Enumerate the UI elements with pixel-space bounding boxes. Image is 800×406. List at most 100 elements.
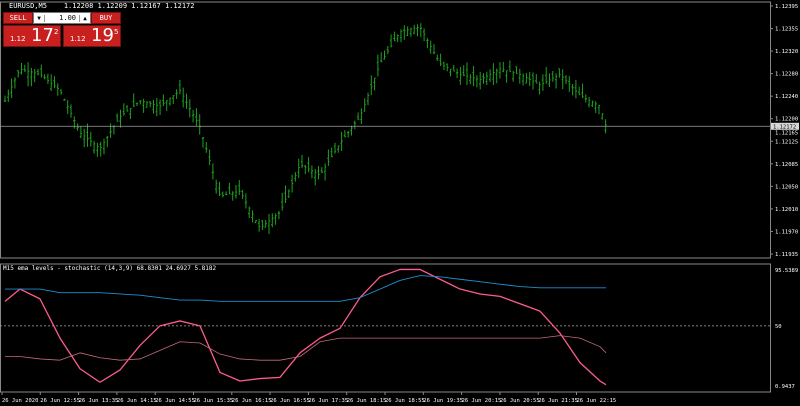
time-tick-label: 26 Jun 14:55 [155,398,195,404]
time-tick-label: 26 Jun 17:35 [308,398,348,404]
candle [33,68,36,83]
candle [548,73,551,88]
candle [191,109,195,123]
price-tick-label: 1.12395 [775,4,798,10]
candle [347,130,350,138]
ask-prefix: 1.12 [70,35,86,43]
candle [413,24,416,35]
candle [188,99,191,118]
candle [416,24,419,37]
candle [73,116,76,129]
lot-decrease-icon[interactable]: ▼ [34,14,45,22]
bid-big-digits: 17 [31,25,54,46]
candle [505,70,508,83]
candle [215,179,218,194]
candle [43,74,46,80]
candle [13,77,17,89]
candle [129,107,132,120]
candle [3,95,7,103]
candle [449,68,452,77]
time-tick-label: 26 Jun 21:35 [538,398,578,404]
time-tick-label: 26 Jun 20:55 [500,398,540,404]
candle [40,64,43,78]
candle [185,93,188,109]
candle [376,54,380,77]
candle [353,120,356,130]
candle [294,172,297,182]
candle [597,104,601,115]
candle [323,163,327,181]
candle [406,26,409,37]
bid-price-button[interactable]: 1.12 17 2 [3,25,61,47]
time-tick-label: 26 Jun 18:15 [347,398,387,404]
candle [261,219,264,231]
candle [538,81,541,95]
candle [518,68,521,84]
candle [528,71,531,87]
price-tick-label: 1.11935 [775,252,798,258]
candle [86,123,89,147]
candle [554,73,558,89]
buy-button[interactable]: BUY [91,12,121,24]
candle [337,145,340,153]
price-tick-label: 1.12010 [775,207,798,213]
lot-size-input[interactable]: ▼ 1.00 ▲ [33,12,91,24]
sell-button[interactable]: SELL [3,12,33,24]
candle [297,158,300,179]
price-tick-label: 1.12355 [775,27,798,33]
candle [594,101,597,113]
candle [356,112,360,121]
candle [525,72,528,84]
candle [46,73,50,84]
candle [409,27,413,37]
candle [290,174,294,193]
time-tick-label: 26 Jun 22:15 [577,398,617,404]
price-tick-label: 1.12240 [775,94,798,100]
ask-price-button[interactable]: 1.12 19 5 [63,25,121,47]
candle [92,140,96,154]
candle [459,66,462,85]
chart-title: EURUSD,M5 1.12208 1.12209 1.12167 1.1217… [9,2,194,10]
candle [380,52,383,63]
candle [399,29,403,43]
candle [320,167,323,174]
lot-size-value: 1.00 [59,14,76,22]
candle [264,219,267,228]
candle [96,142,99,157]
candle [195,108,198,126]
candle [300,154,304,169]
lot-increase-icon[interactable]: ▲ [79,14,90,22]
candle [439,53,442,66]
candle [479,71,482,90]
candle [162,94,165,106]
candle [7,89,10,103]
candle [17,70,20,78]
candle [271,213,274,228]
candle [198,114,201,135]
candle [363,98,366,112]
candle [360,108,363,125]
candle [432,44,436,55]
candle [558,68,561,78]
candle [83,128,86,148]
candle [317,166,320,180]
candle [175,89,178,99]
candle [119,109,122,128]
candle [304,164,307,175]
time-tick-label: 26 Jun 16:15 [232,398,272,404]
candle [587,96,591,108]
candle [469,74,472,85]
candle [76,123,79,131]
candle [330,147,333,158]
candle [502,61,505,73]
candle [495,68,498,84]
candle [132,93,135,108]
candle [419,23,422,38]
time-tick-label: 26 Jun 16:55 [270,398,310,404]
candle [63,98,66,101]
candle [257,218,261,232]
candle [281,192,284,211]
candle [254,219,257,224]
candle [581,83,584,98]
candle [106,136,109,148]
